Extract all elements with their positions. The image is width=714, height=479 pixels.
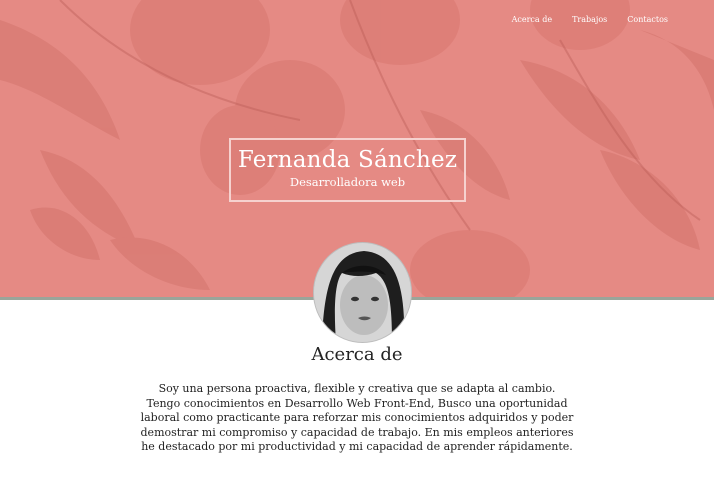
avatar [314, 243, 411, 342]
hero-title-box: Fernanda Sánchez Desarrolladora web [229, 138, 466, 202]
nav-link-about[interactable]: Acerca de [512, 15, 552, 24]
hero-role: Desarrolladora web [289, 175, 406, 189]
profile-photo [314, 243, 411, 342]
top-nav: Acerca de Trabajos Contactos [512, 15, 668, 24]
about-description: Soy una persona proactiva, flexible y cr… [140, 382, 574, 454]
nav-link-contacts[interactable]: Contactos [627, 15, 668, 24]
nav-link-works[interactable]: Trabajos [572, 15, 607, 24]
about-title: Acerca de [311, 344, 403, 365]
hero-name: Fernanda Sánchez [237, 147, 458, 173]
